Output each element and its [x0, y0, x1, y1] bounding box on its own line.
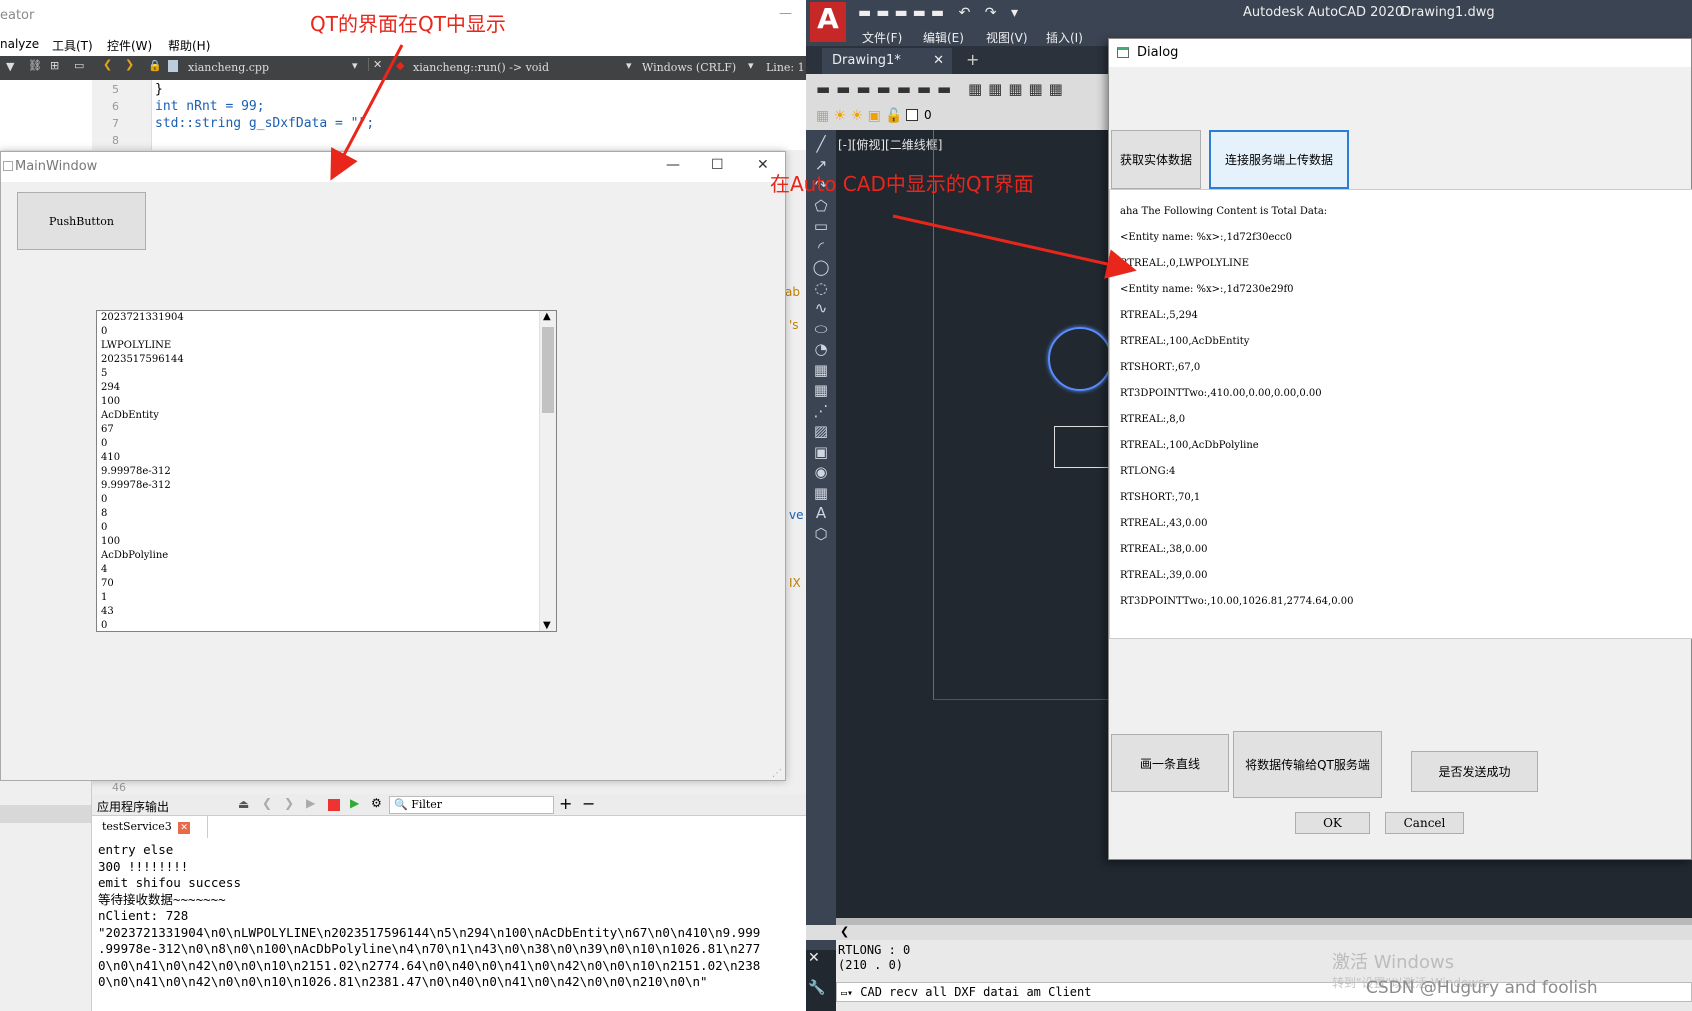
- annotation-arrows: [330, 44, 1137, 279]
- qt-annotation-arrow: [330, 44, 404, 181]
- cad-annotation-arrow: [892, 214, 1137, 279]
